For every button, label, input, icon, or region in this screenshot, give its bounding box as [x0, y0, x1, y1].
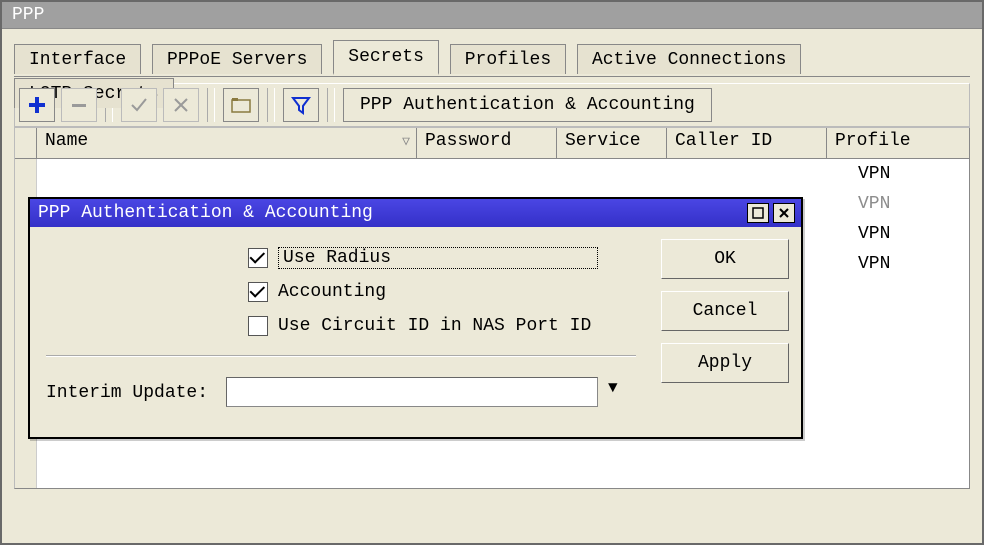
accounting-row: Accounting [248, 275, 618, 309]
col-name[interactable]: Name ▽ [37, 128, 417, 159]
tab-interface[interactable]: Interface [14, 44, 141, 74]
note-icon [230, 96, 252, 114]
ok-button[interactable]: OK [661, 239, 789, 279]
dialog-title: PPP Authentication & Accounting [38, 203, 373, 223]
close-icon [778, 207, 790, 219]
auth-accounting-dialog: PPP Authentication & Accounting Use Radi… [28, 197, 803, 439]
col-name-label: Name [45, 131, 88, 151]
dialog-body: Use Radius Accounting Use Circuit ID in … [30, 227, 801, 437]
plus-icon [27, 95, 47, 115]
enable-button[interactable] [121, 88, 157, 122]
tab-secrets[interactable]: Secrets [333, 40, 439, 75]
apply-button[interactable]: Apply [661, 343, 789, 383]
toolbar-separator [327, 88, 335, 122]
cell-profile: VPN [850, 249, 898, 279]
sort-desc-icon: ▽ [402, 134, 410, 149]
dialog-separator [46, 355, 636, 357]
minus-icon [69, 95, 89, 115]
window-titlebar: PPP [2, 2, 982, 29]
comment-button[interactable] [223, 88, 259, 122]
tab-profiles[interactable]: Profiles [450, 44, 566, 74]
use-radius-row: Use Radius [248, 241, 618, 275]
minimize-icon [752, 207, 764, 219]
col-profile[interactable]: Profile [827, 128, 970, 159]
col-service[interactable]: Service [557, 128, 667, 159]
use-radius-label: Use Radius [278, 247, 598, 269]
x-icon [171, 95, 191, 115]
use-circuit-id-checkbox[interactable] [248, 316, 268, 336]
options-group: Use Radius Accounting Use Circuit ID in … [248, 241, 618, 343]
col-row-marker[interactable] [15, 128, 37, 159]
ppp-window: PPP Interface PPPoE Servers Secrets Prof… [0, 0, 984, 545]
dialog-titlebar[interactable]: PPP Authentication & Accounting [30, 199, 801, 227]
add-button[interactable] [19, 88, 55, 122]
funnel-icon [291, 95, 311, 115]
use-circuit-id-row: Use Circuit ID in NAS Port ID [248, 309, 618, 343]
check-icon [129, 95, 149, 115]
interim-update-input[interactable] [226, 377, 598, 407]
cancel-button[interactable]: Cancel [661, 291, 789, 331]
toolbar-separator [207, 88, 215, 122]
dialog-button-column: OK Cancel Apply [661, 239, 789, 383]
cell-profile: VPN [850, 219, 898, 249]
use-circuit-id-label: Use Circuit ID in NAS Port ID [278, 316, 591, 336]
window-title: PPP [12, 5, 44, 25]
col-password[interactable]: Password [417, 128, 557, 159]
use-radius-checkbox[interactable] [248, 248, 268, 268]
table-row[interactable]: VPN [15, 159, 969, 189]
filter-button[interactable] [283, 88, 319, 122]
accounting-label: Accounting [278, 282, 386, 302]
remove-button[interactable] [61, 88, 97, 122]
cell-profile: VPN [850, 159, 898, 189]
interim-update-dropdown-icon[interactable]: ▼ [608, 379, 618, 397]
dialog-close-button[interactable] [773, 203, 795, 223]
disable-button[interactable] [163, 88, 199, 122]
toolbar-separator [267, 88, 275, 122]
tab-pppoe-servers[interactable]: PPPoE Servers [152, 44, 322, 74]
accounting-checkbox[interactable] [248, 282, 268, 302]
tab-bar: Interface PPPoE Servers Secrets Profiles… [14, 41, 970, 77]
tab-active-connections[interactable]: Active Connections [577, 44, 801, 74]
table-header: Name ▽ Password Service Caller ID Profil… [14, 127, 970, 159]
interim-update-label: Interim Update: [46, 383, 208, 403]
col-caller-id[interactable]: Caller ID [667, 128, 827, 159]
dialog-minimize-button[interactable] [747, 203, 769, 223]
ppp-auth-accounting-button[interactable]: PPP Authentication & Accounting [343, 88, 712, 122]
cell-profile: VPN [850, 189, 898, 219]
